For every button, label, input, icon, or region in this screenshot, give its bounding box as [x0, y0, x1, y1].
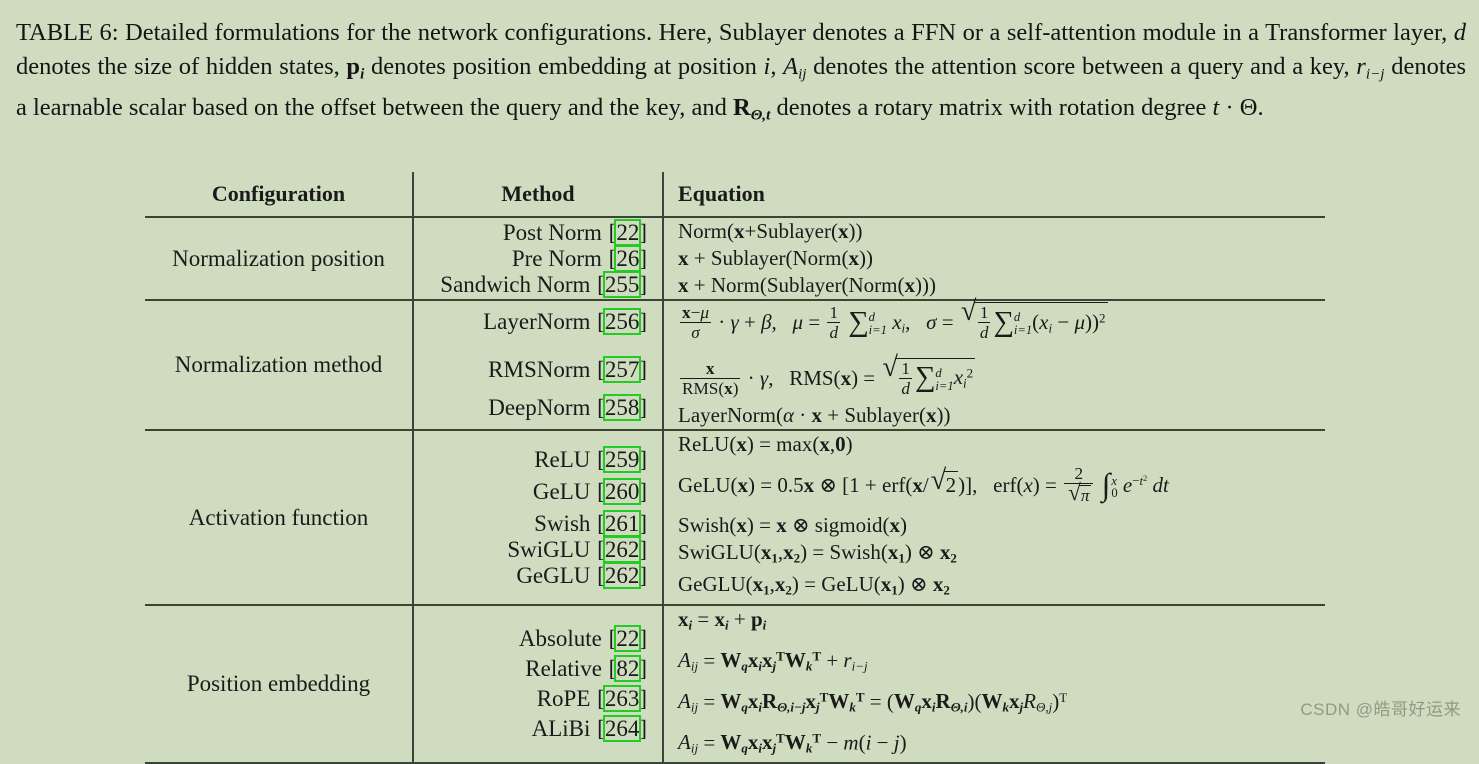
equation-list-activation-function: ReLU(x) = max(x,0) GeLU(x) = 0.5x ⊗ [1 +… [662, 429, 1325, 605]
equation: Norm(x+Sublayer(x)) [678, 219, 863, 243]
method-entry: Pre Norm [26] [414, 244, 648, 272]
equation: Aij = WqxixjTWkT − m(i − j) [678, 730, 907, 757]
equation: x + Norm(Sublayer(Norm(x))) [678, 273, 936, 297]
method-name: ALiBi [531, 716, 591, 741]
method-name: DeepNorm [488, 395, 591, 421]
config-position-embedding: Position embedding [145, 603, 413, 764]
citation-ref: [264] [597, 715, 647, 742]
caption-seg-2: denotes the size of hidden states, [16, 53, 340, 80]
method-entry: SwiGLU [262] [414, 535, 648, 563]
citation-ref: [22] [608, 625, 647, 652]
equation: Aij = WqxiRΘ,i−jxjTWkT = (WqxiRΘ,i)(Wkxj… [678, 689, 1068, 715]
table-row: Activation function ReLU [259] GeLU [260… [145, 429, 1325, 605]
method-name: Swish [534, 510, 591, 536]
citation-ref: [261] [597, 509, 647, 537]
method-name: SwiGLU [507, 536, 591, 562]
method-name: Pre Norm [511, 245, 602, 271]
caption-symbol-r-theta-t: RΘ,t [733, 94, 771, 124]
formulations-table: Configuration Method Equation Normalizat… [145, 172, 1325, 764]
equation-list-normalization-method: x−μσ · γ + β, μ = 1d ∑di=1 xi, σ = 1d∑di… [662, 298, 1325, 431]
method-name: GeGLU [516, 562, 591, 588]
config-normalization-method: Normalization method [145, 298, 413, 431]
citation-ref: [26] [608, 244, 647, 272]
caption-seg-7: denotes a rotary matrix with rotation de… [776, 94, 1207, 122]
method-entry: GeGLU [262] [414, 561, 648, 589]
citation-ref: [259] [597, 445, 647, 473]
citation-ref: [262] [597, 535, 647, 563]
equation: xi = xi + pi [678, 606, 767, 633]
table-6: Configuration Method Equation Normalizat… [145, 172, 1325, 764]
equation-list-normalization-position: Norm(x+Sublayer(x)) x + Sublayer(Norm(x)… [662, 216, 1325, 300]
method-entry: Post Norm [22] [414, 218, 648, 246]
table-row: Normalization method LayerNorm [256] RMS… [145, 298, 1325, 431]
column-header-method: Method [412, 172, 663, 217]
citation-ref: [260] [597, 477, 647, 505]
method-entry: ReLU [259] [414, 445, 648, 473]
method-entry: LayerNorm [256] [414, 308, 648, 336]
caption-label: TABLE 6: [16, 19, 119, 46]
method-entry: Relative [82] [414, 655, 648, 682]
method-entry: ALiBi [264] [414, 715, 648, 742]
caption-seg-3: denotes position embedding at position [370, 53, 757, 80]
config-activation-function: Activation function [145, 429, 413, 605]
equation: Swish(x) = x ⊗ sigmoid(x) [678, 512, 907, 537]
citation-ref: [22] [608, 218, 647, 246]
citation-ref: [263] [597, 685, 647, 712]
method-entry: RMSNorm [257] [414, 356, 648, 384]
equation: GeGLU(x1,x2) = GeLU(x1) ⊗ x2 [678, 572, 950, 598]
method-name: Post Norm [502, 219, 602, 245]
equation-list-position-embedding: xi = xi + pi Aij = WqxixjTWkT + ri−j Aij… [662, 603, 1325, 764]
method-entry: RoPE [263] [414, 685, 648, 712]
config-normalization-position: Normalization position [145, 216, 413, 300]
equation: x−μσ · γ + β, μ = 1d ∑di=1 xi, σ = 1d∑di… [678, 298, 1325, 343]
table-caption: TABLE 6: Detailed formulations for the n… [16, 19, 1467, 124]
method-name: Absolute [518, 626, 602, 651]
method-list-activation-function: ReLU [259] GeLU [260] Swish [261] SwiGLU… [412, 429, 663, 605]
caption-symbol-t: t [1212, 94, 1220, 122]
caption-seg-6: key, and [645, 94, 727, 122]
method-list-position-embedding: Absolute [22] Relative [82] RoPE [263] A… [412, 603, 663, 764]
equation: ReLU(x) = max(x,0) [678, 432, 853, 457]
method-entry: Sandwich Norm [255] [414, 270, 648, 298]
citation-ref: [258] [597, 394, 647, 422]
caption-symbol-p-i: pi [346, 53, 365, 83]
equation: Aij = WqxixjTWkT + ri−j [678, 648, 868, 674]
column-header-equation: Equation [662, 172, 1325, 217]
method-list-normalization-position: Post Norm [22] Pre Norm [26] Sandwich No… [412, 216, 663, 300]
method-name: Relative [525, 656, 602, 681]
caption-symbol-d: d [1453, 19, 1466, 46]
caption-symbol-a-ij: Aij [783, 53, 807, 83]
equation: LayerNorm(α · x + Sublayer(x)) [678, 403, 951, 428]
equation: SwiGLU(x1,x2) = Swish(x1) ⊗ x2 [678, 539, 957, 566]
equation: x + Sublayer(Norm(x)) [678, 246, 873, 270]
table-row: Position embedding Absolute [22] Relativ… [145, 603, 1325, 764]
equation: GeLU(x) = 0.5x ⊗ [1 + erf(x/2)], erf(x) … [678, 464, 1325, 506]
caption-seg-1: Detailed formulations for the network co… [125, 19, 1448, 46]
method-name: RMSNorm [488, 357, 591, 383]
citation-ref: [262] [597, 561, 647, 589]
method-name: RoPE [536, 686, 591, 711]
caption-symbol-i: i [763, 53, 771, 80]
caption-symbol-theta: Θ [1239, 94, 1258, 122]
method-list-normalization-method: LayerNorm [256] RMSNorm [257] DeepNorm [… [412, 298, 663, 431]
method-name: Sandwich Norm [440, 271, 591, 297]
method-entry: GeLU [260] [414, 477, 648, 505]
citation-ref: [256] [597, 308, 647, 336]
table-row: Normalization position Post Norm [22] Pr… [145, 216, 1325, 300]
citation-ref: [82] [608, 655, 647, 682]
method-entry: Swish [261] [414, 509, 648, 537]
method-entry: Absolute [22] [414, 625, 648, 652]
citation-ref: [255] [597, 270, 647, 298]
citation-ref: [257] [597, 356, 647, 384]
caption-symbol-r-ij: ri−j [1356, 53, 1385, 83]
method-name: ReLU [534, 446, 591, 472]
method-name: LayerNorm [483, 309, 591, 335]
equation: xRMS(x) · γ, RMS(x) = 1d∑di=1xi2 [678, 354, 1325, 399]
watermark: CSDN @皓哥好运来 [1300, 700, 1461, 719]
method-entry: DeepNorm [258] [414, 394, 648, 422]
column-header-configuration: Configuration [211, 181, 346, 206]
method-name: GeLU [532, 478, 591, 504]
caption-seg-4: denotes the attention score between a qu… [813, 53, 1350, 80]
table-header-row: Configuration Method Equation [145, 172, 1325, 217]
